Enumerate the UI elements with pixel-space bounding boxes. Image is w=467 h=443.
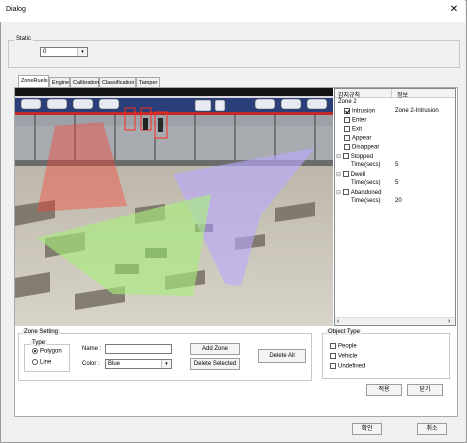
appear-checkbox[interactable]: [344, 135, 350, 141]
people-checkbox[interactable]: People: [330, 343, 357, 350]
tree-row-label: Intrusion: [352, 108, 376, 115]
ok-button[interactable]: 확인: [352, 423, 382, 435]
tree-row-label: Dwell: [350, 172, 366, 178]
apply-button[interactable]: 적용: [366, 384, 402, 396]
people-label: People: [338, 343, 357, 350]
name-input[interactable]: [105, 344, 172, 354]
collapse-icon[interactable]: ⊟: [336, 154, 341, 160]
tree-row-info[interactable]: 5: [395, 180, 398, 186]
dwell-checkbox[interactable]: [342, 171, 349, 178]
collapse-icon[interactable]: ⊟: [336, 172, 341, 178]
tree-row-enter[interactable]: Enter: [344, 117, 366, 124]
checkbox-icon: [330, 343, 336, 349]
undefined-label: Undefined: [338, 363, 366, 370]
checkbox-icon: [330, 363, 336, 369]
object-type-label: Object Type: [326, 329, 362, 335]
tree-row-disappear[interactable]: Disappear: [344, 144, 379, 151]
tree-zone-item[interactable]: Zone 2: [338, 99, 357, 105]
add-zone-button[interactable]: Add Zone: [190, 343, 240, 355]
tab-classification[interactable]: Classification: [99, 77, 136, 87]
tree-row-dwell-time[interactable]: Time(secs): [351, 180, 380, 186]
tree-row-appear[interactable]: Appear: [344, 135, 371, 142]
collapse-icon[interactable]: ⊟: [336, 190, 341, 196]
stopped-checkbox[interactable]: [342, 153, 349, 160]
scroll-left-icon[interactable]: ‹: [337, 318, 339, 325]
radio-icon: [32, 359, 38, 365]
intrusion-checkbox[interactable]: [344, 108, 350, 114]
delete-all-button[interactable]: Delete All: [258, 349, 306, 363]
chevron-down-icon: ▾: [77, 48, 87, 56]
static-group-label: Static: [14, 36, 34, 42]
zone-setting-label: Zone Setting: [22, 329, 61, 335]
tree-row-info[interactable]: 5: [395, 162, 398, 168]
tree-row-label: Abandoned: [350, 190, 382, 196]
vehicle-label: Vehicle: [338, 353, 358, 360]
delete-selected-button[interactable]: Delete Selected: [190, 358, 240, 370]
enter-checkbox[interactable]: [344, 117, 350, 123]
polygon-radio[interactable]: Polygon: [32, 348, 62, 355]
disappear-checkbox[interactable]: [344, 144, 350, 150]
color-label: Color :: [82, 361, 100, 367]
tree-hscrollbar[interactable]: ‹ ›: [335, 317, 455, 325]
tree-row-abandoned[interactable]: ⊟ Abandoned: [336, 189, 381, 196]
cancel-button[interactable]: 취소: [417, 423, 447, 435]
window-title: Dialog: [6, 6, 26, 13]
tab-engine[interactable]: Engine: [49, 77, 70, 87]
tree-row-stopped[interactable]: ⊟ Stopped: [336, 153, 373, 160]
exit-checkbox[interactable]: [344, 126, 350, 132]
tree-row-label: Disappear: [352, 144, 380, 151]
checkbox-icon: [330, 353, 336, 359]
scroll-right-icon[interactable]: ›: [448, 318, 450, 325]
camera-image: [15, 88, 333, 326]
polygon-label: Polygon: [40, 348, 62, 355]
close-icon[interactable]: ✕: [446, 3, 462, 17]
tree-row-dwell[interactable]: ⊟ Dwell: [336, 171, 365, 178]
tree-row-label: Appear: [352, 135, 372, 142]
tree-row-intrusion[interactable]: Intrusion: [344, 108, 375, 115]
static-combo-value: 0: [43, 49, 47, 55]
tree-row-stopped-time[interactable]: Time(secs): [351, 162, 380, 168]
tree-row-abandoned-time[interactable]: Time(secs): [351, 198, 380, 204]
close-tab-button[interactable]: 닫기: [407, 384, 443, 396]
tab-tamper[interactable]: Tamper: [136, 77, 160, 87]
line-label: Line: [40, 359, 52, 366]
tab-zonerules[interactable]: ZoneRuels: [18, 75, 49, 87]
name-label: Name :: [82, 346, 102, 352]
type-group-label: Type: [30, 340, 48, 346]
col-info-header[interactable]: 정보: [397, 90, 408, 99]
tree-row-label: Stopped: [350, 154, 374, 160]
chevron-down-icon: ▾: [161, 360, 171, 368]
rule-tree[interactable]: 감지규칙 정보 Zone 2 Intrusion Zone 2-Intrusio…: [334, 88, 456, 326]
radio-icon: [32, 348, 38, 354]
col-rule-header[interactable]: 감지규칙: [338, 90, 360, 99]
abandoned-checkbox[interactable]: [342, 189, 349, 196]
line-radio[interactable]: Line: [32, 359, 51, 366]
tree-row-label: Exit: [352, 126, 363, 133]
header-divider[interactable]: [391, 89, 392, 98]
tree-row-label: Enter: [352, 117, 367, 124]
static-combo[interactable]: 0 ▾: [40, 47, 88, 57]
vehicle-checkbox[interactable]: Vehicle: [330, 353, 357, 360]
tree-row-info: Zone 2-Intrusion: [395, 108, 439, 114]
tree-row-exit[interactable]: Exit: [344, 126, 362, 133]
tree-row-info[interactable]: 20: [395, 198, 402, 204]
color-combo[interactable]: Blue ▾: [105, 359, 172, 369]
tree-header: 감지규칙 정보: [335, 89, 455, 99]
color-combo-value: Blue: [108, 361, 121, 367]
tab-calibration[interactable]: Calibration: [70, 77, 99, 87]
undefined-checkbox[interactable]: Undefined: [330, 363, 365, 370]
camera-view[interactable]: [15, 88, 333, 326]
title-bar: Dialog ✕: [0, 0, 465, 22]
